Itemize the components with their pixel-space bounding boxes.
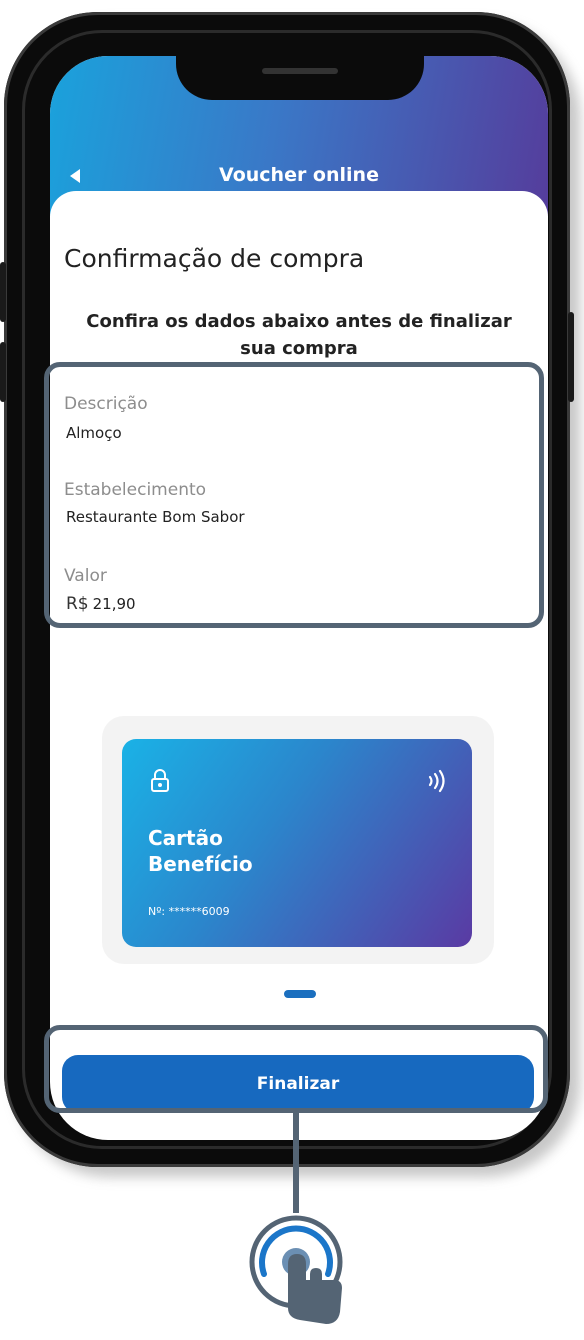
page-subtitle-line1: Confira os dados abaixo antes de finaliz… xyxy=(86,311,512,332)
phone-notch xyxy=(176,56,424,100)
page-subtitle: Confira os dados abaixo antes de finaliz… xyxy=(50,308,548,362)
details-highlight-box xyxy=(44,362,544,628)
card-number: Nº: ******6009 xyxy=(148,905,230,918)
benefit-card[interactable]: Cartão Benefício Nº: ******6009 xyxy=(122,739,472,947)
header-title: Voucher online xyxy=(219,164,379,186)
tap-gesture-icon xyxy=(249,1215,343,1324)
contactless-icon xyxy=(428,769,445,793)
card-name: Cartão Benefício xyxy=(148,825,348,877)
phone-power-button xyxy=(568,312,574,402)
card-name-line2: Benefício xyxy=(148,852,253,876)
phone-side-button xyxy=(0,262,6,322)
button-highlight-box xyxy=(44,1025,548,1113)
page-subtitle-line2: sua compra xyxy=(240,338,358,359)
highlight-connector-line xyxy=(293,1113,299,1213)
page-title: Confirmação de compra xyxy=(64,244,365,273)
phone-volume-button xyxy=(0,342,6,402)
carousel-indicator[interactable] xyxy=(284,990,316,998)
lock-icon xyxy=(151,769,169,792)
card-name-line1: Cartão xyxy=(148,826,223,850)
notch-speaker xyxy=(262,68,338,74)
